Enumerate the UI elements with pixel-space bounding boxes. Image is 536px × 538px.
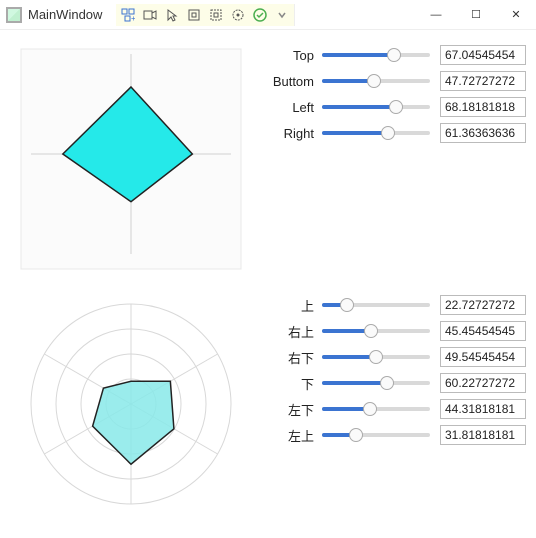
sliders_b-row: 左上 xyxy=(264,422,526,448)
controls-group-a: Top Buttom Left Right xyxy=(256,34,530,274)
sliders_b-slider[interactable] xyxy=(322,373,430,393)
sliders_a-value[interactable] xyxy=(440,45,526,65)
sliders_b-value[interactable] xyxy=(440,399,526,419)
sliders_b-label: 右下 xyxy=(264,348,322,367)
sliders_a-label: Top xyxy=(264,48,322,63)
sliders_b-slider[interactable] xyxy=(322,425,430,445)
target-icon[interactable] xyxy=(229,6,247,24)
inspect-tree-icon[interactable]: + xyxy=(119,6,137,24)
sliders_a-slider[interactable] xyxy=(322,97,430,117)
maximize-button[interactable]: ☐ xyxy=(456,0,496,30)
sliders_b-slider[interactable] xyxy=(322,347,430,367)
video-icon[interactable] xyxy=(141,6,159,24)
sliders_b-value[interactable] xyxy=(440,321,526,341)
minimize-button[interactable]: — xyxy=(416,0,456,30)
sliders_b-label: 上 xyxy=(264,296,322,315)
layout-icon[interactable] xyxy=(207,6,225,24)
pointer-icon[interactable] xyxy=(163,6,181,24)
sliders_b-row: 右上 xyxy=(264,318,526,344)
collapse-icon[interactable] xyxy=(273,6,291,24)
diamond-radar-chart xyxy=(6,34,256,274)
sliders_b-row: 下 xyxy=(264,370,526,396)
sliders_b-row: 上 xyxy=(264,292,526,318)
titlebar: MainWindow + — ☐ ✕ xyxy=(0,0,536,30)
sliders_b-value[interactable] xyxy=(440,373,526,393)
sliders_b-label: 左下 xyxy=(264,400,322,419)
bounds-icon[interactable] xyxy=(185,6,203,24)
sliders_a-value[interactable] xyxy=(440,97,526,117)
sliders_a-slider[interactable] xyxy=(322,71,430,91)
sliders_a-label: Left xyxy=(264,100,322,115)
sliders_b-row: 左下 xyxy=(264,396,526,422)
sliders_b-slider[interactable] xyxy=(322,295,430,315)
check-icon[interactable] xyxy=(251,6,269,24)
sliders_a-row: Buttom xyxy=(264,68,526,94)
controls-group-b: 上右上右下下左下左上 xyxy=(256,284,530,524)
sliders_a-slider[interactable] xyxy=(322,123,430,143)
sliders_b-slider[interactable] xyxy=(322,399,430,419)
sliders_b-slider[interactable] xyxy=(322,321,430,341)
sliders_a-value[interactable] xyxy=(440,71,526,91)
sliders_b-label: 左上 xyxy=(264,426,322,445)
sliders_a-row: Top xyxy=(264,42,526,68)
hex-radar-chart xyxy=(6,284,256,524)
sliders_a-label: Buttom xyxy=(264,74,322,89)
sliders_a-row: Right xyxy=(264,120,526,146)
sliders_b-value[interactable] xyxy=(440,347,526,367)
svg-text:+: + xyxy=(131,14,135,22)
sliders_b-value[interactable] xyxy=(440,425,526,445)
sliders_a-value[interactable] xyxy=(440,123,526,143)
sliders_b-label: 右上 xyxy=(264,322,322,341)
sliders_a-row: Left xyxy=(264,94,526,120)
window-title: MainWindow xyxy=(28,7,102,22)
sliders_a-label: Right xyxy=(264,126,322,141)
sliders_b-value[interactable] xyxy=(440,295,526,315)
sliders_b-label: 下 xyxy=(264,374,322,393)
sliders_a-slider[interactable] xyxy=(322,45,430,65)
sliders_b-row: 右下 xyxy=(264,344,526,370)
close-button[interactable]: ✕ xyxy=(496,0,536,30)
debug-toolbar: + xyxy=(116,4,295,26)
app-icon xyxy=(6,7,22,23)
